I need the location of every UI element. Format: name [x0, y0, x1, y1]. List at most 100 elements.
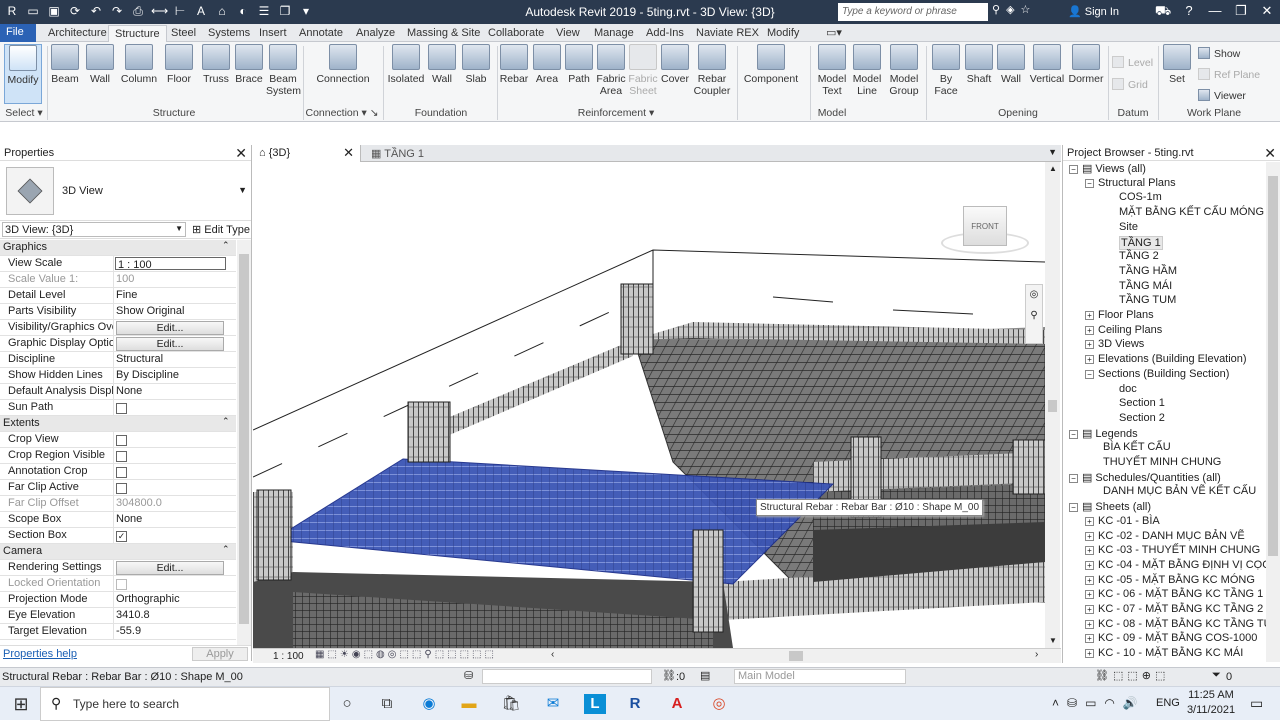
browser-scrollbar[interactable]	[1266, 162, 1280, 662]
design-options-icon[interactable]: ▤	[700, 669, 710, 682]
viewcube-front-face[interactable]: FRONT	[963, 206, 1007, 246]
tab-tang-1[interactable]: ▦ TẦNG 1	[365, 145, 465, 162]
browser-item[interactable]: + KC - 10 - MẶT BẰNG KC MÁI	[1085, 647, 1243, 659]
lumion-icon[interactable]: L	[584, 694, 606, 714]
modify-button[interactable]: Modify	[4, 44, 42, 104]
browser-item[interactable]: + KC -05 - MẶT BẰNG KC MÓNG	[1085, 574, 1255, 586]
collapse-icon[interactable]: ⌃	[222, 416, 236, 431]
browser-item[interactable]: MẶT BẰNG KẾT CẤU MÓNG	[1119, 206, 1264, 218]
property-checkbox[interactable]	[116, 451, 127, 462]
expand-icon[interactable]: +	[1085, 546, 1094, 556]
tab-insert[interactable]: Insert	[253, 25, 293, 42]
browser-item[interactable]: − Sections (Building Section)	[1085, 368, 1229, 380]
cart-icon[interactable]: ⛟	[1150, 0, 1176, 24]
fabric-area-button[interactable]: Fabric Area	[595, 44, 627, 97]
expand-icon[interactable]: +	[1085, 516, 1094, 526]
selection-filter-icons[interactable]: ⛓⬚⬚⊕⬚	[1095, 669, 1169, 682]
cortana-icon[interactable]: ○	[336, 694, 358, 714]
switch-windows-icon[interactable]: ❐	[277, 3, 293, 19]
customize-icon[interactable]: ▾	[298, 3, 314, 19]
worksets-icon[interactable]: ⛁	[464, 669, 473, 682]
view-3d-icon[interactable]: ⌂	[214, 3, 230, 19]
section-header-extents[interactable]: Extents ⌃	[0, 416, 236, 432]
file-explorer-icon[interactable]: ▬	[458, 694, 480, 714]
collapse-icon[interactable]: −	[1069, 503, 1078, 513]
collapse-icon[interactable]: −	[1069, 473, 1078, 483]
connection-button[interactable]: Connection	[314, 44, 372, 85]
edit-type-button[interactable]: ⊞ Edit Type	[192, 223, 250, 236]
browser-item[interactable]: + Elevations (Building Elevation)	[1085, 353, 1247, 365]
browser-item[interactable]: Section 2	[1119, 412, 1165, 424]
expand-icon[interactable]: +	[1085, 560, 1094, 570]
type-selector[interactable]: 3D View ▼	[0, 161, 251, 221]
reinforcement-group-label[interactable]: Reinforcement ▾	[499, 107, 733, 119]
tab-analyze[interactable]: Analyze	[350, 25, 401, 42]
show-work-plane-button[interactable]: Show	[1198, 47, 1240, 60]
autocad-icon[interactable]: A	[666, 694, 688, 714]
workset-dropdown[interactable]	[482, 669, 652, 684]
sign-in-button[interactable]: 👤 Sign In	[1068, 5, 1119, 18]
set-work-plane-button[interactable]: Set	[1162, 44, 1192, 85]
expand-icon[interactable]: +	[1085, 355, 1094, 365]
favorites-icon[interactable]: ☆	[1021, 3, 1031, 16]
drawing-canvas[interactable]: FRONT ◎ ⚲ Structural Rebar : Rebar Bar :…	[253, 162, 1045, 648]
expand-icon[interactable]: +	[1085, 531, 1094, 541]
tab-file[interactable]: File	[0, 24, 36, 42]
tab-view[interactable]: View	[550, 25, 586, 42]
3d-model-view[interactable]	[253, 162, 1045, 648]
expand-icon[interactable]: +	[1085, 311, 1094, 320]
open-icon[interactable]: ▭	[25, 3, 41, 19]
browser-item[interactable]: Site	[1119, 221, 1138, 233]
design-option-dropdown[interactable]: Main Model	[734, 669, 906, 684]
steering-wheel-icon[interactable]: ◎	[1026, 289, 1042, 300]
close-button[interactable]: ✕	[1254, 0, 1280, 24]
slab-button[interactable]: Slab	[460, 44, 492, 85]
beam-button[interactable]: Beam	[48, 44, 82, 85]
clock-time[interactable]: 11:25 AM	[1186, 689, 1236, 701]
fabric-sheet-button[interactable]: Fabric Sheet	[628, 44, 658, 97]
help-search-input[interactable]: Type a keyword or phrase	[838, 3, 988, 21]
collapse-icon[interactable]: −	[1069, 165, 1078, 174]
maximize-button[interactable]: ❐	[1228, 0, 1254, 24]
expand-icon[interactable]: +	[1085, 649, 1094, 659]
scroll-down-icon[interactable]: ▼	[1049, 636, 1057, 645]
dormer-button[interactable]: Dormer	[1068, 44, 1104, 85]
path-reinforcement-button[interactable]: Path	[565, 44, 593, 85]
system-tray-icons[interactable]: ˄⛁▭◠🔊	[1052, 696, 1146, 710]
property-checkbox[interactable]	[116, 467, 127, 478]
tab-modify[interactable]: Modify	[761, 25, 805, 42]
shaft-button[interactable]: Shaft	[964, 44, 994, 85]
expand-icon[interactable]: +	[1085, 325, 1094, 335]
redo-icon[interactable]: ↷	[109, 3, 125, 19]
undo-icon[interactable]: ↶	[88, 3, 104, 19]
isolated-foundation-button[interactable]: Isolated	[386, 44, 426, 85]
subscription-icon[interactable]: ◈	[1006, 3, 1014, 16]
browser-item[interactable]: + KC -04 - MẶT BẰNG ĐỊNH VỊ CỌC	[1085, 559, 1270, 571]
vertical-opening-button[interactable]: Vertical	[1028, 44, 1066, 85]
sync-icon[interactable]: ⟳	[67, 3, 83, 19]
structural-wall-button[interactable]: Wall	[84, 44, 116, 85]
expand-icon[interactable]: +	[1085, 340, 1094, 350]
beam-system-button[interactable]: Beam System	[266, 44, 301, 97]
edit-button[interactable]: Edit...	[116, 337, 224, 351]
properties-close-icon[interactable]: ✕	[235, 145, 247, 162]
component-button[interactable]: Component	[742, 44, 800, 85]
section-header-graphics[interactable]: Graphics ⌃	[0, 240, 236, 256]
model-text-button[interactable]: Model Text	[814, 44, 850, 97]
chrome-icon[interactable]: ◎	[708, 694, 730, 714]
task-view-icon[interactable]: ⧉	[376, 694, 398, 714]
tab-systems[interactable]: Systems	[202, 25, 256, 42]
section-header-camera[interactable]: Camera ⌃	[0, 544, 236, 560]
property-checkbox[interactable]	[116, 435, 127, 446]
property-value[interactable]: Structural	[114, 352, 236, 367]
navigation-bar[interactable]: ◎ ⚲	[1025, 284, 1043, 344]
collapse-icon[interactable]: ⌃	[222, 240, 236, 255]
windows-start-icon[interactable]: ⊞	[10, 694, 32, 714]
tab-steel[interactable]: Steel	[165, 25, 202, 42]
tab-massing-site[interactable]: Massing & Site	[401, 25, 486, 42]
store-icon[interactable]: 🛍	[500, 694, 522, 714]
collapse-icon[interactable]: −	[1085, 369, 1094, 379]
property-input[interactable]: 1 : 100	[115, 257, 226, 270]
browser-item[interactable]: TẦNG 1	[1119, 235, 1163, 250]
edit-button[interactable]: Edit...	[116, 321, 224, 335]
